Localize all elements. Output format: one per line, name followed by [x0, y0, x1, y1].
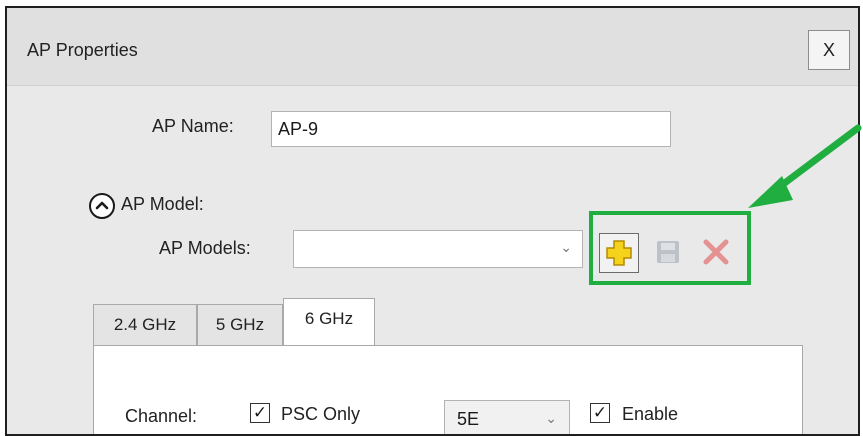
enable-label: Enable: [622, 404, 679, 424]
psc-only-label: PSC Only: [281, 404, 361, 424]
chevron-down-icon: ⌄: [560, 239, 572, 255]
add-button[interactable]: [599, 233, 639, 273]
channel-select[interactable]: 5E ⌄: [444, 400, 570, 434]
channel-label: Channel:: [125, 406, 198, 426]
title-bar: AP Properties X: [7, 8, 858, 86]
toolbar-highlight: [589, 211, 751, 285]
enable-checkbox[interactable]: ✓: [590, 403, 610, 423]
save-icon: [657, 241, 679, 263]
add-icon: [606, 240, 632, 266]
tab-5-ghz[interactable]: 5 GHz: [197, 304, 283, 346]
collapse-toggle-button[interactable]: [89, 193, 115, 219]
delete-button[interactable]: [697, 233, 737, 273]
dialog-title: AP Properties: [27, 40, 138, 60]
save-button[interactable]: [649, 233, 689, 273]
ap-model-label: AP Model:: [121, 194, 204, 214]
ap-properties-dialog: AP Properties X AP Name: AP-9 AP Model: …: [5, 6, 860, 436]
ap-name-label: AP Name:: [152, 116, 234, 136]
delete-icon: [703, 239, 729, 265]
close-button[interactable]: X: [808, 30, 850, 70]
tab-2-4-ghz[interactable]: 2.4 GHz: [93, 304, 197, 346]
psc-only-checkbox[interactable]: ✓: [250, 403, 270, 423]
channel-value: 5E: [457, 409, 480, 429]
chevron-up-icon: [95, 201, 109, 210]
ap-name-input[interactable]: AP-9: [271, 111, 671, 147]
tab-6-ghz[interactable]: 6 GHz: [283, 298, 375, 347]
ap-models-label: AP Models:: [159, 238, 251, 258]
ap-models-select[interactable]: ⌄: [293, 230, 583, 268]
chevron-down-icon: ⌄: [545, 410, 557, 426]
